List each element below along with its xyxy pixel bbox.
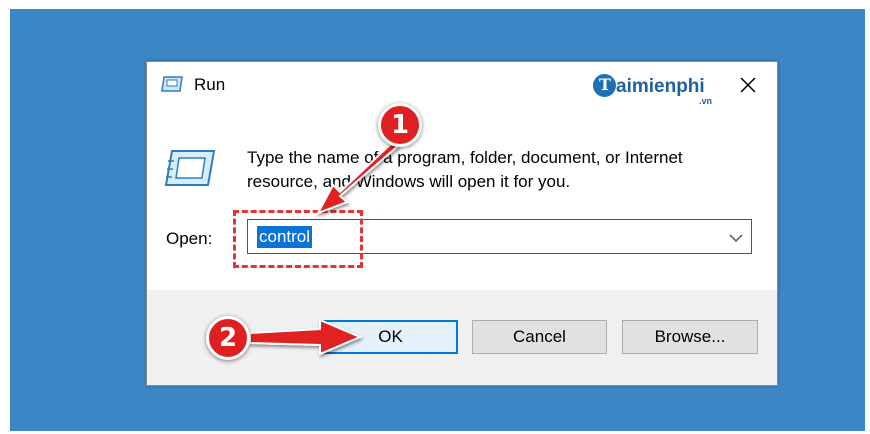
- step-badge-2: 2: [206, 316, 250, 360]
- arrow-2: [249, 318, 363, 356]
- arrow-1: [315, 138, 400, 215]
- annotation-arrows: [249, 138, 400, 356]
- step-badge-1: 1: [378, 103, 422, 147]
